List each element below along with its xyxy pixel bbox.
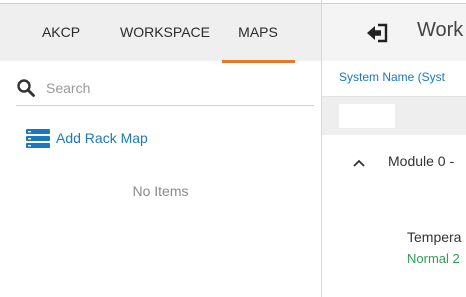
column-header-system-name[interactable]: System Name (Syst [339, 70, 445, 84]
workspace-panel: Work System Name (Syst Module 0 - Temper… [322, 0, 466, 297]
back-icon[interactable] [366, 23, 388, 43]
filter-input[interactable] [339, 104, 395, 128]
module-label: Module 0 - [388, 153, 455, 169]
tab-maps[interactable]: MAPS [229, 4, 287, 61]
sensor-status: Normal 2 [407, 251, 460, 266]
tab-akcp[interactable]: AKCP [28, 4, 94, 61]
table-header-row: System Name (Syst [322, 61, 466, 97]
active-tab-indicator [222, 60, 295, 63]
workspace-title: Work [417, 19, 464, 41]
sensor-name[interactable]: Tempera [407, 229, 461, 245]
module-row[interactable]: Module 0 - [322, 150, 466, 174]
workspace-header: Work [322, 3, 466, 61]
chevron-up-icon[interactable] [352, 158, 366, 168]
tab-bar: AKCP WORKSPACE MAPS [0, 3, 321, 63]
search-icon [17, 79, 35, 97]
left-panel: AKCP WORKSPACE MAPS Add Rack Map No Item… [0, 0, 322, 297]
tab-workspace[interactable]: WORKSPACE [104, 4, 226, 61]
empty-list-text: No Items [132, 183, 189, 199]
add-rack-map-button[interactable]: Add Rack Map [26, 127, 148, 149]
add-rack-map-label: Add Rack Map [56, 130, 148, 146]
filter-bar [322, 97, 466, 135]
rack-map-icon [26, 129, 50, 148]
search-input[interactable] [46, 76, 306, 100]
search-bar [16, 70, 314, 106]
